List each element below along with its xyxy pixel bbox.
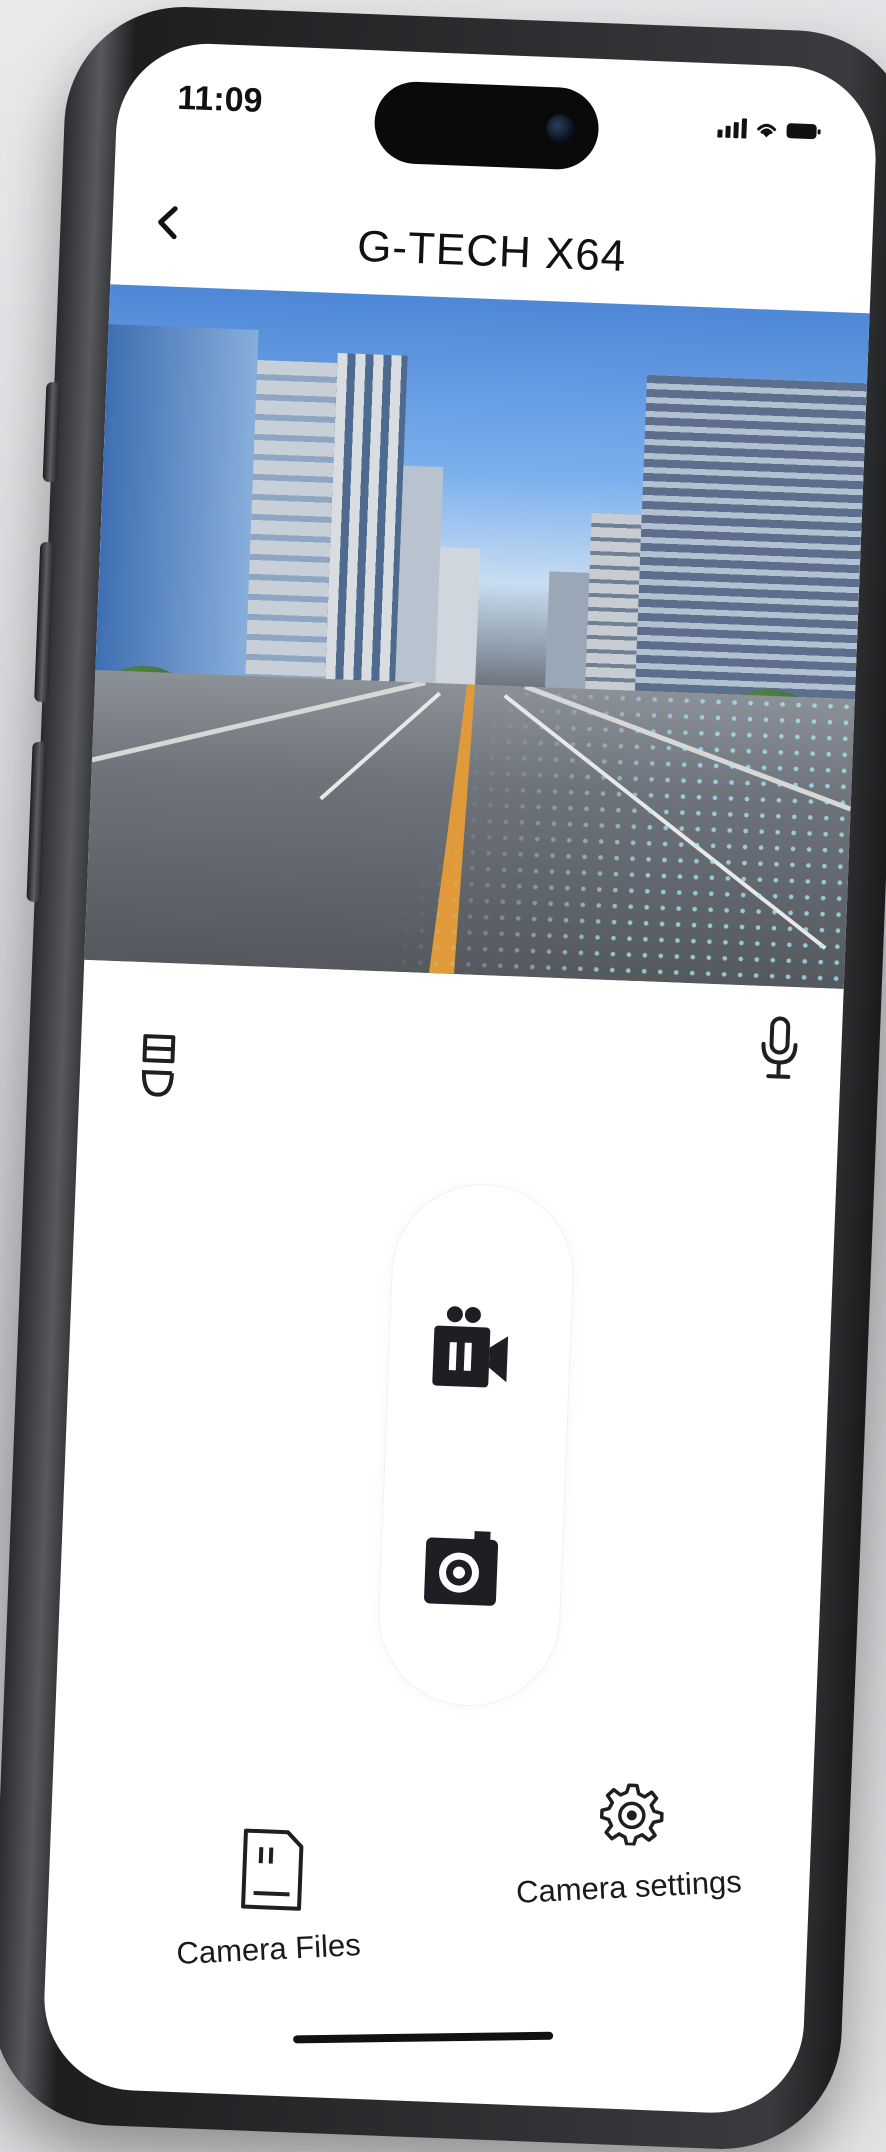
app-screen: 11:09 G-TECH X64 Camera Files Camera set… (40, 40, 880, 2117)
status-icons (717, 117, 817, 141)
building (434, 547, 481, 699)
building (324, 353, 408, 696)
building (94, 324, 259, 690)
live-camera-view[interactable] (84, 284, 870, 989)
phone-frame: 11:09 G-TECH X64 Camera Files Camera set… (0, 2, 886, 2152)
volume-up-button (34, 541, 55, 703)
building (244, 359, 338, 693)
front-camera-lens (546, 113, 576, 143)
camera-settings-label: Camera settings (515, 1863, 743, 1910)
microphone-icon[interactable] (756, 1016, 802, 1082)
motion-dots-overlay (364, 680, 855, 989)
camera-files-label: Camera Files (175, 1927, 362, 1972)
home-indicator[interactable] (293, 2031, 554, 2044)
gear-icon (599, 1783, 664, 1847)
capture-controls-pill (376, 1181, 576, 1709)
camera-settings-button[interactable]: Camera settings (498, 1776, 763, 1910)
status-time: 11:09 (176, 78, 264, 120)
sd-card-icon (241, 1828, 304, 1911)
video-record-pause-icon[interactable] (422, 1303, 515, 1396)
dynamic-island (373, 80, 601, 171)
camera-files-button[interactable]: Camera Files (148, 1823, 393, 1972)
building (634, 374, 867, 714)
volume-down-button (26, 741, 47, 903)
camera-snapshot-icon[interactable] (416, 1523, 505, 1612)
road (84, 669, 855, 989)
building (584, 512, 642, 705)
battery-icon (786, 122, 817, 139)
cellular-signal-icon (717, 117, 748, 139)
hd-toggle-icon[interactable] (137, 1032, 180, 1103)
building (544, 571, 590, 703)
device-title: G-TECH X64 (356, 221, 628, 282)
action-button (42, 381, 61, 483)
wifi-icon (757, 123, 777, 138)
